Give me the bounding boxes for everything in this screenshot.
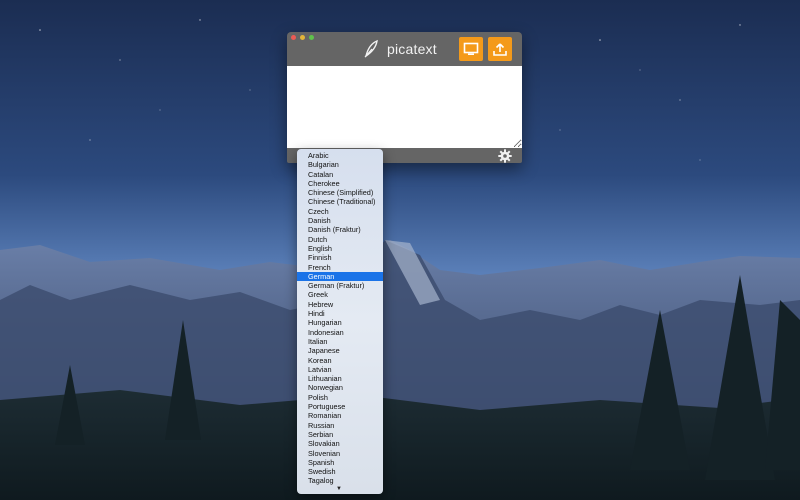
upload-button[interactable] [488,37,512,61]
language-option[interactable]: Swedish [297,467,383,476]
capture-screen-button[interactable] [459,37,483,61]
language-option[interactable]: Russian [297,421,383,430]
language-option[interactable]: Latvian [297,365,383,374]
recognized-text-area[interactable] [287,66,522,148]
language-option[interactable]: Norwegian [297,383,383,392]
language-option[interactable]: Polish [297,393,383,402]
language-option[interactable]: Spanish [297,458,383,467]
language-option[interactable]: Finnish [297,253,383,262]
language-option[interactable]: Arabic [297,151,383,160]
close-window-button[interactable] [291,35,296,40]
upload-icon [493,42,507,56]
language-option[interactable]: Chinese (Traditional) [297,197,383,206]
language-option[interactable]: German [297,271,383,282]
language-option[interactable]: English [297,244,383,253]
language-option[interactable]: Slovenian [297,449,383,458]
language-option[interactable]: Slovakian [297,439,383,448]
language-option[interactable]: Czech [297,207,383,216]
maximize-window-button[interactable] [309,35,314,40]
language-option[interactable]: Hungarian [297,318,383,327]
language-option[interactable]: Catalan [297,170,383,179]
language-option[interactable]: Cherokee [297,179,383,188]
app-window: picatext [287,32,522,163]
minimize-window-button[interactable] [300,35,305,40]
language-option[interactable]: Serbian [297,430,383,439]
language-option[interactable]: Lithuanian [297,374,383,383]
language-option[interactable]: Indonesian [297,328,383,337]
language-option[interactable]: Hindi [297,309,383,318]
language-option[interactable]: German (Fraktur) [297,281,383,290]
language-option[interactable]: Chinese (Simplified) [297,188,383,197]
scroll-down-icon[interactable]: ▼ [336,486,342,492]
language-option[interactable]: Tagalog [297,476,383,485]
screen-icon [463,42,479,55]
app-title: picatext [387,41,437,57]
language-option[interactable]: Italian [297,337,383,346]
feather-logo-icon [364,39,378,58]
language-option[interactable]: French [297,263,383,272]
language-option[interactable]: Bulgarian [297,160,383,169]
language-option[interactable]: Romanian [297,411,383,420]
language-option[interactable]: Hebrew [297,300,383,309]
language-option[interactable]: Greek [297,290,383,299]
language-option[interactable]: Danish (Fraktur) [297,225,383,234]
language-option[interactable]: Dutch [297,235,383,244]
language-option[interactable]: Portuguese [297,402,383,411]
language-option[interactable]: Korean [297,356,383,365]
language-option[interactable]: Danish [297,216,383,225]
language-option[interactable]: Japanese [297,346,383,355]
gear-icon[interactable] [498,149,512,163]
title-bar[interactable]: picatext [287,32,522,66]
language-dropdown[interactable]: Arabic Bulgarian Catalan Cherokee Chinese (S… [297,149,383,494]
